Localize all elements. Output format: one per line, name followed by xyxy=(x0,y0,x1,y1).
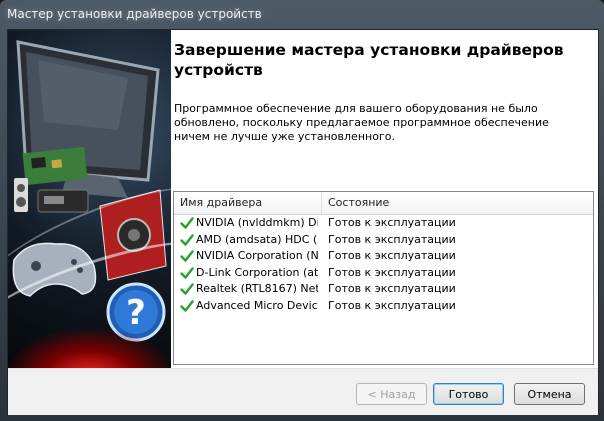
wizard-window: Мастер установки драйверов устройств ? З… xyxy=(0,0,604,421)
driver-name: Realtek (RTL8167) Net ... xyxy=(196,282,318,295)
driver-name: D-Link Corporation (athu... xyxy=(196,265,318,279)
check-icon xyxy=(180,233,194,246)
page-description: Программное обеспечение для вашего обору… xyxy=(174,102,549,143)
list-item[interactable]: AMD (amdsata) HDC (0... Готов к эксплуат… xyxy=(174,232,593,249)
check-icon xyxy=(180,250,194,262)
decorative-glow xyxy=(8,330,171,368)
driver-status: Готов к эксплуатации xyxy=(328,298,456,312)
wizard-banner-image: ? xyxy=(8,30,171,368)
wizard-client-area: ? Завершение мастера установки драйверов… xyxy=(7,29,599,415)
back-button[interactable]: < Назад xyxy=(356,383,427,405)
list-item[interactable]: NVIDIA Corporation (NV... Готов к эксплу… xyxy=(174,248,593,265)
list-item[interactable]: Advanced Micro Device... Готов к эксплуа… xyxy=(174,298,593,315)
list-rows: NVIDIA (nvlddmkm) Display... Готов к экс… xyxy=(174,215,593,314)
list-item[interactable]: D-Link Corporation (athu... Готов к эксп… xyxy=(174,265,593,282)
title-bar[interactable]: Мастер установки драйверов устройств xyxy=(0,0,604,30)
sound-card-icon xyxy=(22,146,88,186)
check-icon xyxy=(180,217,194,229)
check-icon xyxy=(180,283,194,295)
check-icon xyxy=(180,299,194,312)
list-item[interactable]: Realtek (RTL8167) Net ... Готов к эксплу… xyxy=(174,281,593,298)
column-header-driver-name[interactable]: Имя драйвера xyxy=(174,192,322,214)
driver-status: Готов к эксплуатации xyxy=(328,216,456,229)
driver-status: Готов к эксплуатации xyxy=(328,265,456,279)
list-item[interactable]: NVIDIA (nvlddmkm) Display... Готов к экс… xyxy=(174,215,593,232)
list-header: Имя драйвера Состояние xyxy=(174,192,593,215)
driver-list[interactable]: Имя драйвера Состояние NVIDIA (nvlddmkm)… xyxy=(173,191,594,365)
driver-status: Готов к эксплуатации xyxy=(328,282,456,295)
driver-status: Готов к эксплуатации xyxy=(328,232,456,246)
finish-button[interactable]: Готово xyxy=(433,383,504,405)
driver-name: AMD (amdsata) HDC (0... xyxy=(196,232,318,246)
driver-name: Advanced Micro Device... xyxy=(196,298,318,312)
driver-name: NVIDIA Corporation (NV... xyxy=(196,249,318,262)
driver-status: Готов к эксплуатации xyxy=(328,249,456,262)
window-title: Мастер установки драйверов устройств xyxy=(7,7,262,21)
driver-name: NVIDIA (nvlddmkm) Display... xyxy=(196,216,318,229)
cancel-button[interactable]: Отмена xyxy=(514,383,585,405)
column-header-status[interactable]: Состояние xyxy=(322,192,592,214)
page-title: Завершение мастера установки драйверов у… xyxy=(174,41,564,79)
check-icon xyxy=(180,266,194,279)
button-bar: < Назад Готово Отмена xyxy=(8,368,598,415)
